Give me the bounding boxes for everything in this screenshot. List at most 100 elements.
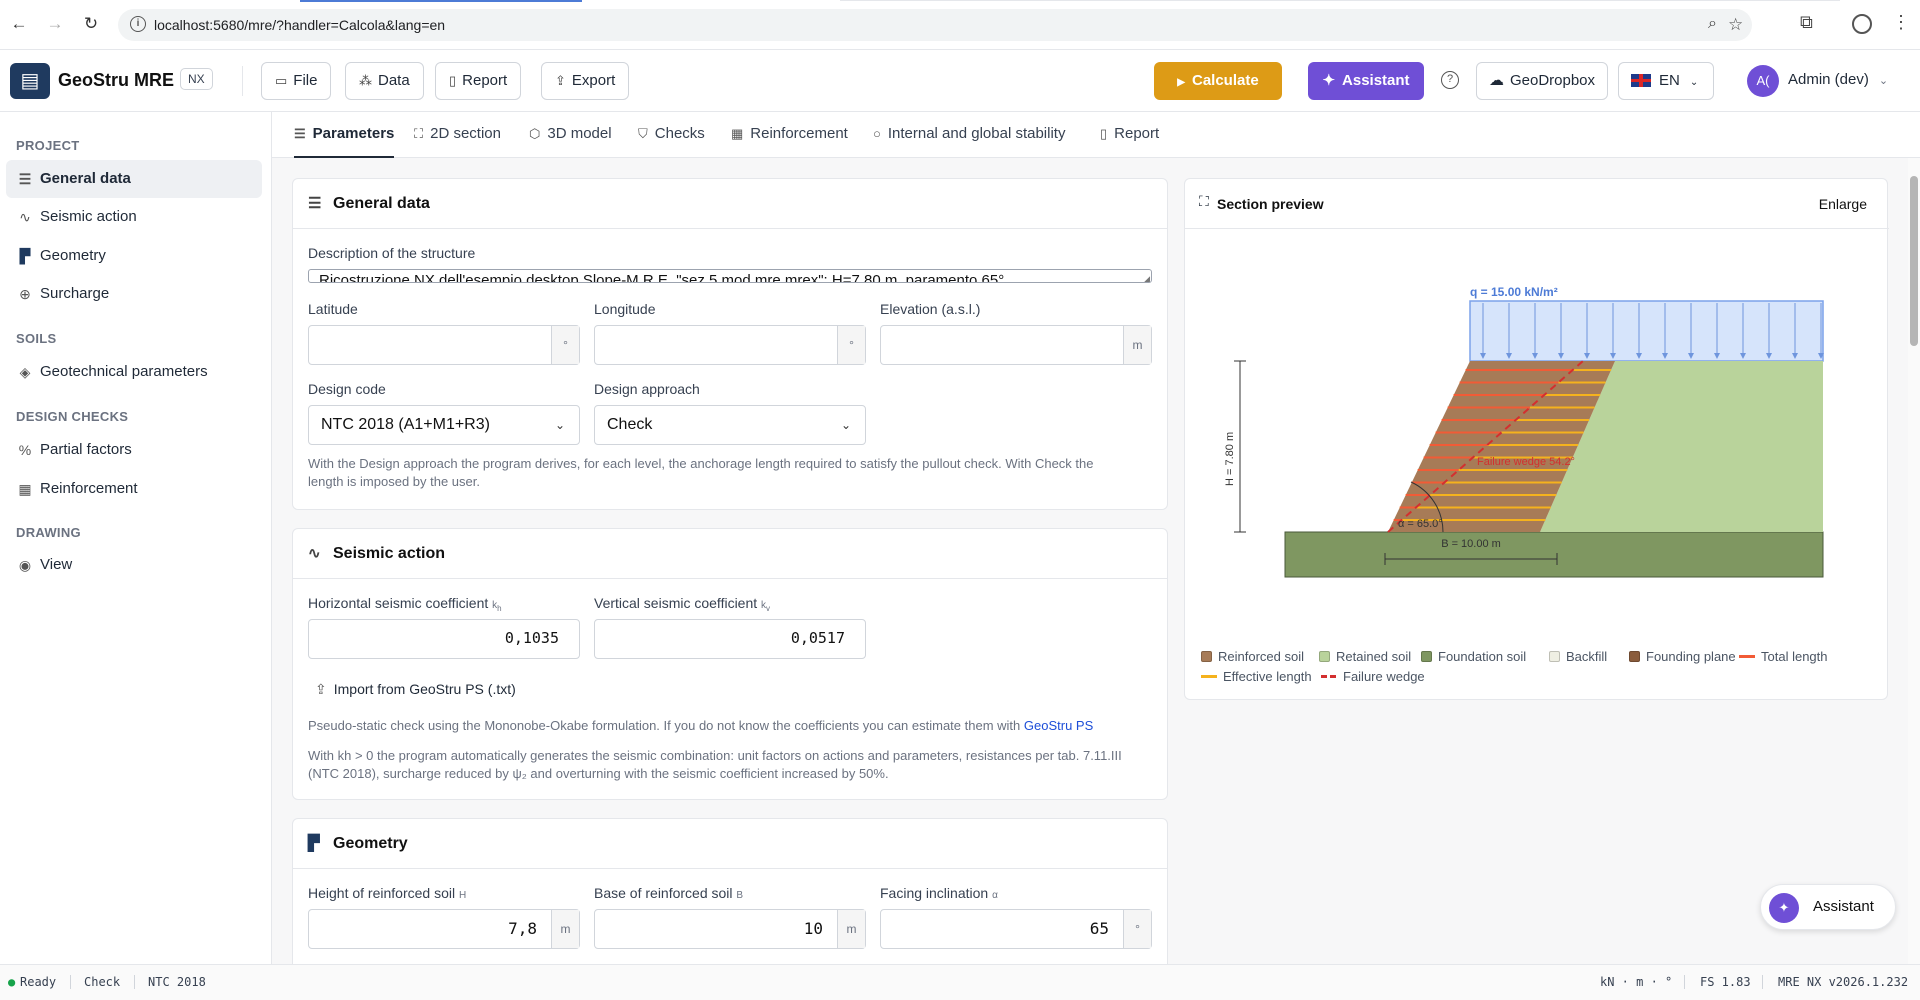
play-icon: ▶	[1177, 77, 1185, 88]
legend-item: Total length	[1739, 649, 1828, 664]
tab-label: Internal and global stability	[887, 125, 1066, 142]
sidebar: PROJECT ☰ General data ∿ Seismic action ▛ G…	[0, 112, 272, 964]
sidebar-item-view[interactable]: ◉ View	[6, 546, 262, 584]
tab-reinforcement[interactable]: ▦ Reinforcement	[731, 112, 848, 158]
back-icon[interactable]: ←	[8, 13, 30, 35]
tab-parameters[interactable]: ☰ Parameters	[294, 112, 395, 158]
elevation-unit: m	[1123, 326, 1151, 364]
height-input[interactable]: 7,8 m	[308, 909, 580, 949]
bookmark-star-icon[interactable]: ☆	[1728, 15, 1743, 35]
inclination-input[interactable]: 65 °	[880, 909, 1152, 949]
ruler-icon: ▛	[19, 248, 31, 264]
elevation-input[interactable]: m	[880, 325, 1152, 365]
file-menu-button[interactable]: ▭ File	[261, 62, 332, 100]
kh-symbol-sub: h	[497, 604, 502, 613]
extensions-icon[interactable]: ⧉	[1800, 12, 1813, 33]
base-label-text: Base of reinforced soil	[594, 885, 733, 901]
design-code-value: NTC 2018 (A1+M1+R3)	[321, 416, 490, 433]
profile-icon[interactable]	[1852, 14, 1872, 34]
chevron-down-icon: ⌄	[840, 418, 851, 432]
site-info-icon[interactable]: i	[130, 16, 146, 32]
tab-checks[interactable]: ⛉ Checks	[638, 112, 705, 158]
legend-label: Total length	[1761, 649, 1828, 664]
language-select[interactable]: EN ⌄	[1618, 62, 1714, 100]
status-divider	[1762, 975, 1763, 989]
design-approach-note: With the Design approach the program der…	[308, 455, 1158, 491]
assistant-button[interactable]: ✦ Assistant	[1308, 62, 1424, 100]
tab-label: 3D model	[547, 125, 612, 142]
base-input[interactable]: 10 m	[594, 909, 866, 949]
section-preview-card: ⛶ Section preview Enlarge q = 15.00 kN/m…	[1184, 178, 1889, 700]
calculate-button[interactable]: ▶ Calculate	[1154, 62, 1282, 100]
enlarge-button[interactable]: Enlarge	[1819, 196, 1867, 212]
legend-swatch	[1201, 675, 1217, 678]
content-scrollbar[interactable]	[1908, 158, 1920, 964]
sidebar-item-general-data[interactable]: ☰ General data	[6, 160, 262, 198]
geodropbox-button[interactable]: ☁ GeoDropbox	[1476, 62, 1608, 100]
avatar[interactable]: A(	[1747, 65, 1779, 97]
status-units: kN · m · °	[1600, 975, 1673, 989]
sparkle-icon: ✦	[1769, 893, 1799, 923]
sidebar-section-project: PROJECT	[16, 138, 80, 153]
tab-2d-section[interactable]: ⛶ 2D section	[414, 112, 501, 158]
sidebar-item-label: Geotechnical parameters	[40, 363, 208, 380]
height-unit: m	[551, 910, 579, 948]
kv-input[interactable]: 0,0517	[594, 619, 866, 659]
layers-icon: ◈	[19, 364, 31, 380]
design-approach-select[interactable]: Check ⌄	[594, 405, 866, 445]
status-divider	[134, 975, 135, 989]
address-bar[interactable]: i localhost:5680/mre/?handler=Calcola&la…	[118, 9, 1752, 41]
card-header: ☰ General data	[293, 179, 1167, 229]
kh-label: Horizontal seismic coefficient kh	[308, 595, 502, 613]
note-line: (NTC 2018), surcharge reduced by ψ₂ and …	[308, 766, 889, 781]
status-bar: ● Ready Check NTC 2018 kN · m · ° FS 1.8…	[0, 964, 1920, 1000]
kh-symbol: kh	[492, 600, 502, 613]
latitude-input[interactable]: °	[308, 325, 580, 365]
sidebar-item-geotechnical-parameters[interactable]: ◈ Geotechnical parameters	[6, 353, 262, 391]
status-ready: Ready	[20, 975, 57, 989]
export-menu-button[interactable]: ⇪ Export	[541, 62, 630, 100]
geodropbox-label: GeoDropbox	[1509, 72, 1596, 89]
geostru-ps-link[interactable]: GeoStru PS	[1024, 718, 1093, 733]
sidebar-section-drawing: DRAWING	[16, 525, 81, 540]
height-value: 7,8	[508, 919, 537, 938]
legend-item: Founding plane	[1629, 649, 1736, 664]
sidebar-item-label: Surcharge	[40, 285, 110, 302]
forward-icon[interactable]: →	[44, 13, 66, 35]
sidebar-section-design-checks: DESIGN CHECKS	[16, 409, 129, 424]
scrollbar-thumb[interactable]	[1910, 176, 1918, 346]
import-ps-button[interactable]: ⇪ Import from GeoStru PS (.txt)	[315, 681, 516, 698]
tab-internal-global-stability[interactable]: ○ Internal and global stability	[873, 112, 1065, 158]
assistant-floating-button[interactable]: ✦ Assistant	[1760, 884, 1896, 930]
report-menu-button[interactable]: ▯ Report	[435, 62, 522, 100]
kv-symbol: kv	[761, 600, 770, 613]
status-code: NTC 2018	[148, 975, 206, 989]
latitude-unit: °	[551, 326, 579, 364]
percent-icon: %	[18, 442, 32, 458]
description-textarea[interactable]: Ricostruzione NX dell'esempio desktop Sl…	[308, 269, 1152, 283]
design-approach-label: Design approach	[594, 381, 700, 397]
tab-report[interactable]: ▯ Report	[1100, 112, 1159, 158]
zoom-icon[interactable]: ⌕	[1708, 15, 1717, 33]
kh-input[interactable]: 0,1035	[308, 619, 580, 659]
url-text[interactable]: localhost:5680/mre/?handler=Calcola&lang…	[154, 17, 445, 33]
document-icon: ▯	[449, 73, 457, 88]
user-menu[interactable]: Admin (dev) ⌄	[1788, 71, 1888, 88]
help-icon[interactable]: ?	[1441, 71, 1459, 89]
export-menu-label: Export	[571, 72, 616, 89]
data-menu-button[interactable]: ⁂ Data	[345, 62, 424, 100]
sidebar-item-surcharge[interactable]: ⊕ Surcharge	[6, 275, 262, 313]
legend-swatch	[1629, 651, 1640, 662]
resize-handle-icon[interactable]: ◢	[1143, 274, 1150, 282]
longitude-input[interactable]: °	[594, 325, 866, 365]
sidebar-item-geometry[interactable]: ▛ Geometry	[6, 237, 262, 275]
sidebar-item-reinforcement[interactable]: ▦ Reinforcement	[6, 470, 262, 508]
general-data-card: ☰ General data Description of the structu…	[292, 178, 1168, 510]
design-code-select[interactable]: NTC 2018 (A1+M1+R3) ⌄	[308, 405, 580, 445]
tab-3d-model[interactable]: ⬡ 3D model	[529, 112, 612, 158]
browser-menu-icon[interactable]: ⋮	[1892, 12, 1910, 33]
sidebar-item-seismic-action[interactable]: ∿ Seismic action	[6, 198, 262, 236]
status-fs: FS 1.83	[1700, 975, 1751, 989]
sidebar-item-partial-factors[interactable]: % Partial factors	[6, 431, 262, 469]
reload-icon[interactable]: ↻	[80, 13, 102, 35]
